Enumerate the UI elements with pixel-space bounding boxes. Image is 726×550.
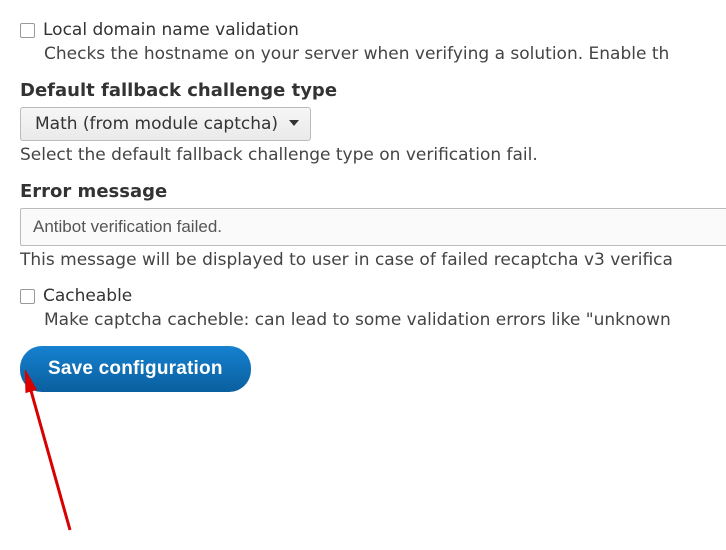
annotation-arrow-icon [10, 370, 90, 550]
error-message-field: Error message This message will be displ… [20, 181, 726, 270]
cacheable-description: Make captcha cacheble: can lead to some … [44, 310, 726, 330]
chevron-down-icon [288, 114, 300, 134]
cacheable-checkbox[interactable] [20, 289, 35, 304]
local-domain-field: Local domain name validation Checks the … [20, 20, 726, 64]
cacheable-row: Cacheable [20, 286, 726, 306]
fallback-select[interactable]: Math (from module captcha) [20, 107, 311, 141]
local-domain-checkbox[interactable] [20, 23, 35, 38]
error-message-input[interactable] [20, 208, 726, 246]
cacheable-label: Cacheable [43, 286, 132, 306]
error-message-label: Error message [20, 181, 726, 202]
fallback-help: Select the default fallback challenge ty… [20, 145, 726, 165]
form-actions: Save configuration [20, 346, 726, 392]
local-domain-row: Local domain name validation [20, 20, 726, 40]
local-domain-description: Checks the hostname on your server when … [44, 44, 726, 64]
fallback-field: Default fallback challenge type Math (fr… [20, 80, 726, 165]
error-message-help: This message will be displayed to user i… [20, 250, 726, 270]
fallback-label: Default fallback challenge type [20, 80, 726, 101]
save-configuration-button[interactable]: Save configuration [20, 346, 251, 392]
local-domain-label: Local domain name validation [43, 20, 299, 40]
fallback-selected-value: Math (from module captcha) [35, 114, 278, 134]
cacheable-field: Cacheable Make captcha cacheble: can lea… [20, 286, 726, 330]
